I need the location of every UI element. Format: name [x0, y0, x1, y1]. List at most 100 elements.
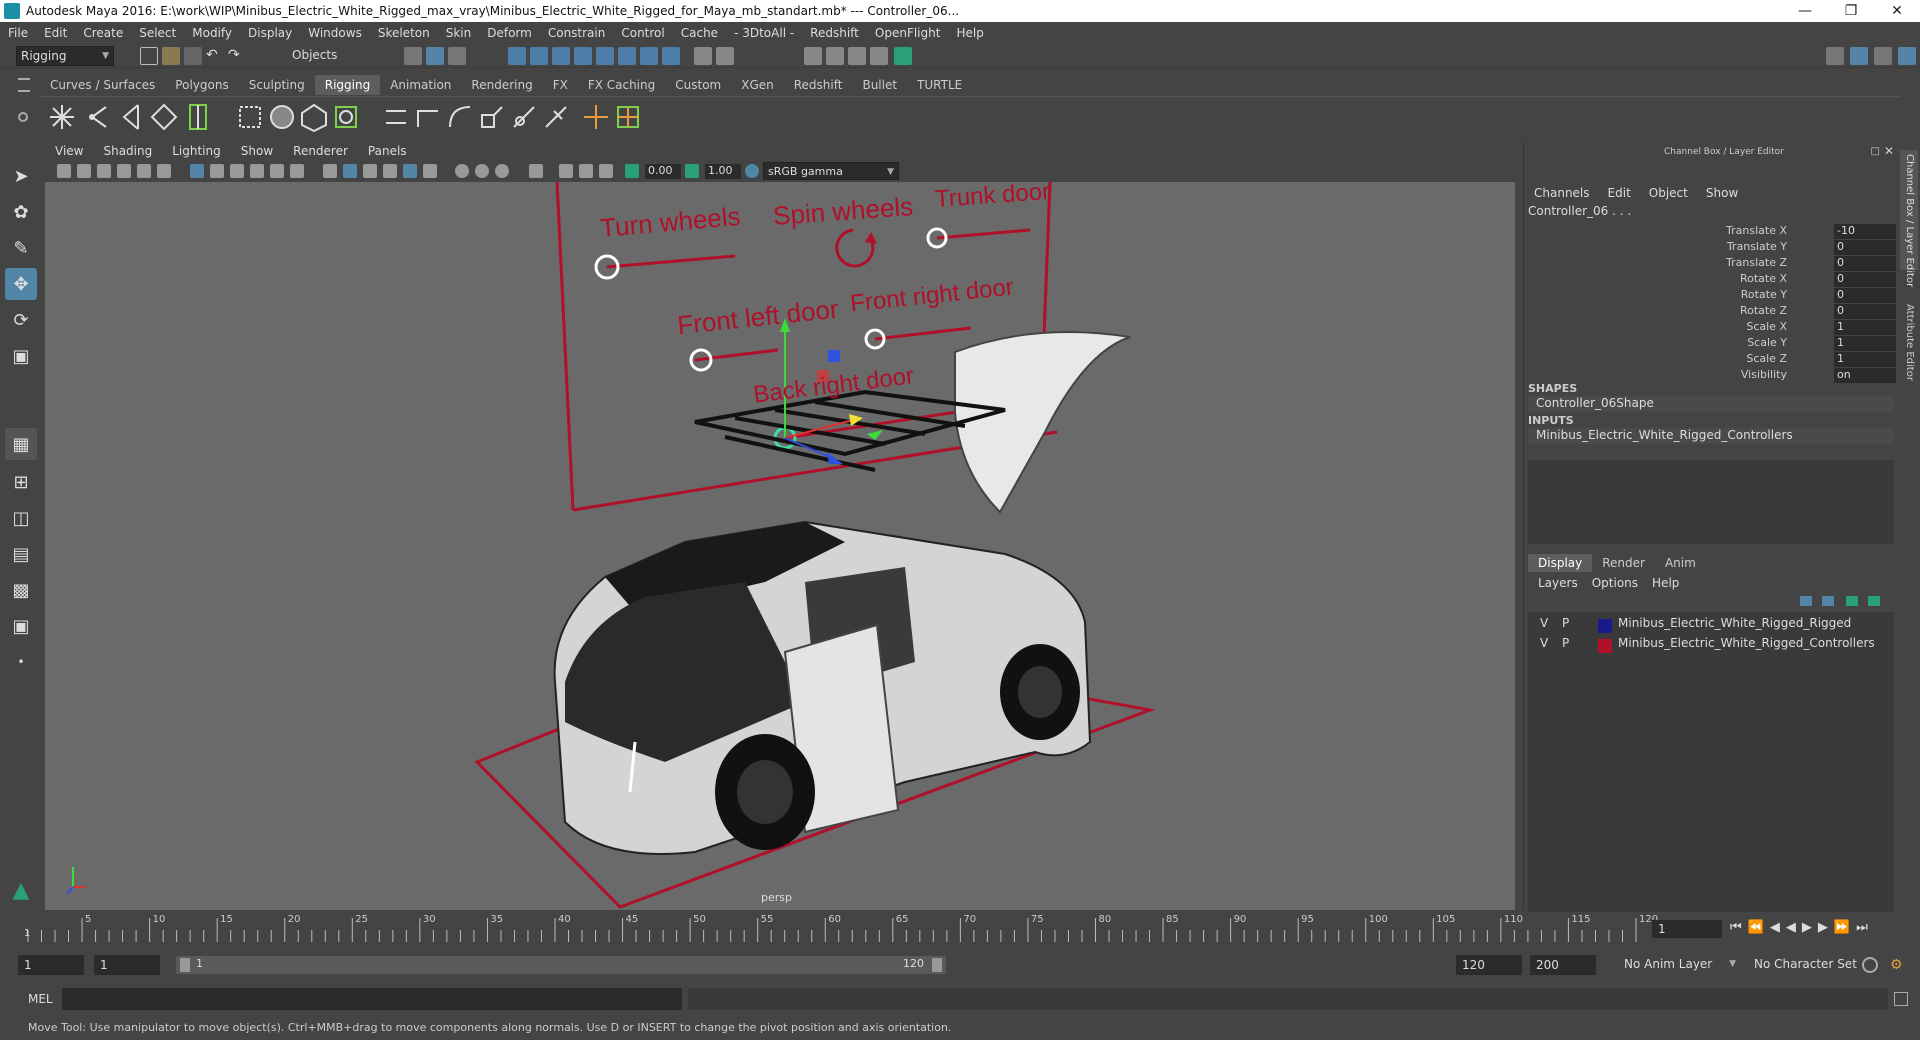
step-back-frame-icon[interactable]: ◀: [1770, 920, 1780, 935]
tool-settings-toggle-icon[interactable]: [1874, 47, 1892, 65]
spin-wheels-icon[interactable]: [835, 228, 875, 268]
new-layer-selected-icon[interactable]: [1846, 596, 1858, 606]
orient-constraint-icon[interactable]: [444, 101, 476, 133]
attr-row-visibility[interactable]: Visibility on: [1524, 368, 1899, 384]
menu-3dtoall[interactable]: - 3DtoAll -: [726, 26, 802, 40]
single-perspective-layout-icon[interactable]: ▦: [5, 428, 37, 460]
menu-create[interactable]: Create: [75, 26, 131, 40]
image-plane-icon[interactable]: [117, 164, 131, 178]
menu-skin[interactable]: Skin: [438, 26, 480, 40]
viewport-menu-renderer[interactable]: Renderer: [283, 144, 358, 162]
attr-value[interactable]: -10: [1834, 224, 1896, 239]
ik-handle-icon[interactable]: [82, 101, 114, 133]
attr-value[interactable]: 1: [1834, 352, 1896, 367]
rotate-tool-icon[interactable]: ⟳: [5, 304, 37, 336]
menu-windows[interactable]: Windows: [300, 26, 370, 40]
shelf-tab-sculpting[interactable]: Sculpting: [239, 75, 315, 95]
cb-menu-object[interactable]: Object: [1649, 186, 1688, 200]
paint-select-tool-icon[interactable]: ✎: [5, 232, 37, 264]
create-node-icon[interactable]: [612, 101, 644, 133]
step-forward-key-icon[interactable]: ⏩: [1834, 920, 1850, 935]
anim-layer-dropdown[interactable]: No Anim Layer ▼: [1620, 955, 1740, 975]
use-all-lights-icon[interactable]: [423, 164, 437, 178]
viewport-menu-panels[interactable]: Panels: [358, 144, 417, 162]
layer-visibility-toggle[interactable]: V: [1540, 636, 1548, 650]
viewport-menu-view[interactable]: View: [45, 144, 93, 162]
menu-control[interactable]: Control: [613, 26, 672, 40]
persp-uv-layout-icon[interactable]: ▣: [5, 610, 37, 642]
joint-tool-icon[interactable]: [46, 101, 78, 133]
attr-value[interactable]: 0: [1834, 272, 1896, 287]
bind-skin-icon[interactable]: [182, 101, 214, 133]
menu-edit[interactable]: Edit: [36, 26, 75, 40]
smooth-shade-icon[interactable]: [343, 164, 357, 178]
menu-skeleton[interactable]: Skeleton: [370, 26, 438, 40]
snap-projected-icon[interactable]: [618, 47, 636, 65]
view-transform-dropdown[interactable]: sRGB gamma ▼: [763, 162, 899, 180]
render-current-frame-icon[interactable]: [804, 47, 822, 65]
move-tool-icon[interactable]: ✥: [5, 268, 37, 300]
layer-menu-options[interactable]: Options: [1592, 576, 1638, 590]
current-frame-field[interactable]: 1: [1652, 920, 1722, 938]
xray-joints-icon[interactable]: [579, 164, 593, 178]
xray-icon[interactable]: [559, 164, 573, 178]
field-chart-icon[interactable]: [270, 164, 284, 178]
gamma-field[interactable]: 1.00: [705, 164, 741, 179]
shelf-tab-redshift[interactable]: Redshift: [784, 75, 853, 95]
attr-value[interactable]: 0: [1834, 288, 1896, 303]
attr-row-rotate-z[interactable]: Rotate Z 0: [1524, 304, 1899, 320]
go-to-end-icon[interactable]: ⏭: [1856, 920, 1868, 935]
layer-color-swatch[interactable]: [1598, 639, 1612, 653]
cb-menu-show[interactable]: Show: [1706, 186, 1738, 200]
step-forward-frame-icon[interactable]: ▶: [1818, 920, 1828, 935]
history-icon[interactable]: [716, 47, 734, 65]
script-editor-icon[interactable]: [1894, 992, 1908, 1006]
save-scene-icon[interactable]: [184, 47, 202, 65]
move-layer-up-icon[interactable]: [1800, 596, 1812, 606]
layer-row-controllers[interactable]: V P Minibus_Electric_White_Rigged_Contro…: [1532, 636, 1898, 656]
snap-help-icon[interactable]: [662, 47, 680, 65]
cb-menu-channels[interactable]: Channels: [1534, 186, 1590, 200]
play-forwards-icon[interactable]: ▶: [1802, 920, 1812, 935]
menu-cache[interactable]: Cache: [673, 26, 726, 40]
camera-lock-icon[interactable]: [77, 164, 91, 178]
attr-value[interactable]: 1: [1834, 336, 1896, 351]
render-settings-icon[interactable]: [848, 47, 866, 65]
lock-icon[interactable]: [694, 47, 712, 65]
point-constraint-icon[interactable]: [412, 101, 444, 133]
layer-visibility-toggle[interactable]: V: [1540, 616, 1548, 630]
layer-name[interactable]: Minibus_Electric_White_Rigged_Controller…: [1618, 636, 1875, 650]
select-component-icon[interactable]: [448, 47, 466, 65]
textured-icon[interactable]: [403, 164, 417, 178]
redo-icon[interactable]: ↷: [228, 47, 246, 65]
shelf-tab-custom[interactable]: Custom: [665, 75, 731, 95]
attr-row-scale-x[interactable]: Scale X 1: [1524, 320, 1899, 336]
snap-point-icon[interactable]: [552, 47, 570, 65]
menu-display[interactable]: Display: [240, 26, 300, 40]
ik-spline-icon[interactable]: [114, 101, 146, 133]
pole-vector-icon[interactable]: [540, 101, 572, 133]
attr-row-translate-z[interactable]: Translate Z 0: [1524, 256, 1899, 272]
motion-blur-icon[interactable]: [495, 164, 509, 178]
layer-menu-layers[interactable]: Layers: [1538, 576, 1578, 590]
snap-grid-icon[interactable]: [508, 47, 526, 65]
auto-key-icon[interactable]: [1862, 957, 1878, 973]
new-scene-icon[interactable]: [140, 47, 158, 65]
menu-constrain[interactable]: Constrain: [540, 26, 614, 40]
wire-deformer-icon[interactable]: [330, 101, 362, 133]
viewport-menu-shading[interactable]: Shading: [93, 144, 162, 162]
attr-row-rotate-y[interactable]: Rotate Y 0: [1524, 288, 1899, 304]
parent-constraint-icon[interactable]: [380, 101, 412, 133]
playback-end-field[interactable]: 120: [1456, 955, 1522, 975]
lasso-tool-icon[interactable]: ✿: [5, 196, 37, 228]
attr-value[interactable]: on: [1834, 368, 1896, 383]
shelf-tab-polygons[interactable]: Polygons: [165, 75, 238, 95]
layer-menu-help[interactable]: Help: [1652, 576, 1679, 590]
viewport-menu-show[interactable]: Show: [231, 144, 283, 162]
aim-constraint-icon[interactable]: [508, 101, 540, 133]
shelf-tab-xgen[interactable]: XGen: [731, 75, 784, 95]
command-language-label[interactable]: MEL: [28, 992, 53, 1006]
shelf-tab-curves-surfaces[interactable]: Curves / Surfaces: [40, 75, 165, 95]
channel-box-toggle-icon[interactable]: [1898, 47, 1916, 65]
viewport-menu-lighting[interactable]: Lighting: [162, 144, 231, 162]
